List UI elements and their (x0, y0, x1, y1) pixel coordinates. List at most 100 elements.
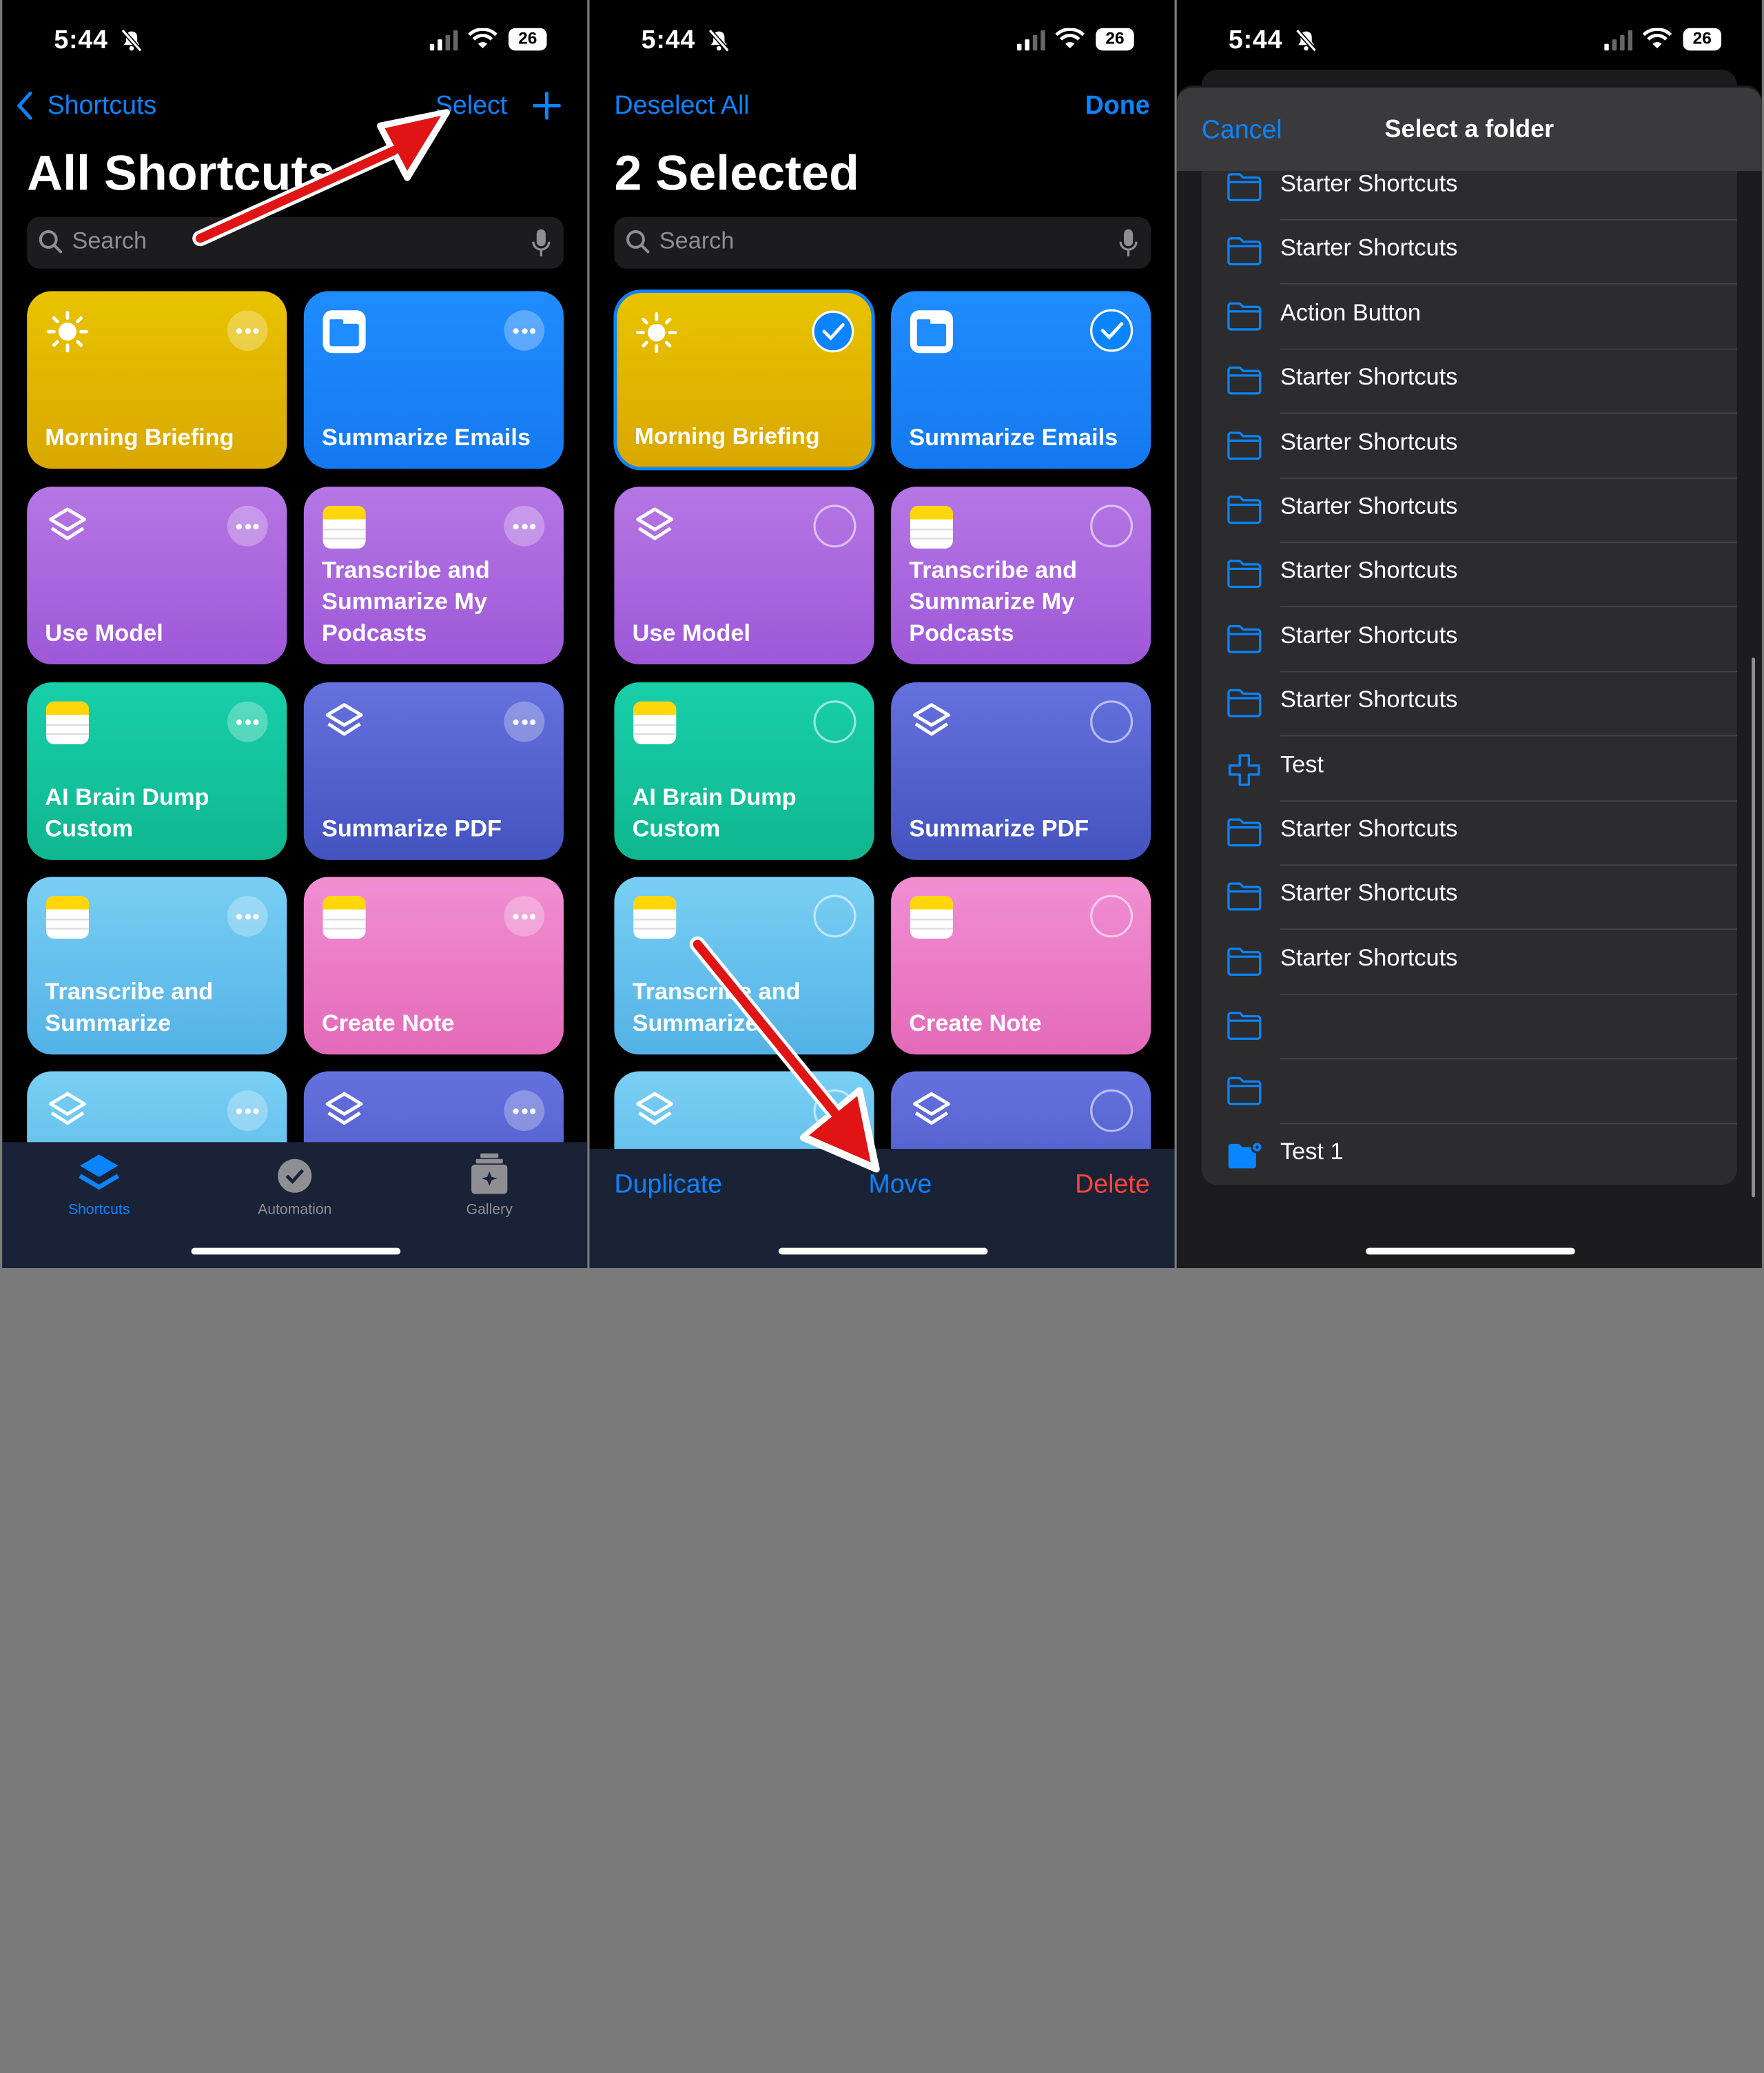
notes-icon (633, 701, 677, 744)
more-options-icon[interactable] (227, 701, 268, 742)
shortcut-label: Use Model (632, 620, 751, 646)
more-options-icon[interactable] (227, 310, 268, 351)
search-field[interactable]: Search (27, 216, 564, 269)
folder-icon (1227, 1074, 1262, 1106)
folder-row[interactable]: Test (1202, 737, 1737, 801)
selection-circle-icon[interactable] (813, 700, 857, 744)
folder-label: Starter Shortcuts (1280, 880, 1458, 907)
shortcut-card-create-note[interactable]: Create Note (891, 877, 1151, 1055)
clock-check-icon (278, 1158, 312, 1193)
search-placeholder: Search (659, 228, 735, 254)
tab-label: Automation (258, 1201, 332, 1218)
folder-row[interactable]: Starter Shortcuts (1202, 350, 1737, 414)
folder-row[interactable]: Starter Shortcuts (1202, 866, 1737, 930)
shortcut-card-summarize-emails-selected[interactable]: Summarize Emails (891, 291, 1151, 469)
folder-row[interactable]: Test 1 (1202, 1124, 1737, 1188)
more-options-icon[interactable] (504, 506, 545, 547)
more-options-icon[interactable] (504, 701, 545, 742)
shortcut-card-transcribe-podcasts[interactable]: Transcribe and Summarize My Podcasts (891, 487, 1151, 665)
folder-label: Starter Shortcuts (1280, 945, 1458, 972)
folder-icon (1227, 429, 1262, 460)
shortcut-card-use-model[interactable]: Use Model (614, 487, 874, 665)
shortcut-label: Summarize Emails (909, 425, 1118, 451)
window-icon (322, 310, 366, 354)
selection-circle-icon[interactable] (813, 504, 857, 548)
home-indicator (191, 1247, 401, 1255)
selection-circle-icon[interactable] (813, 1089, 857, 1132)
shortcut-card-morning-briefing-selected[interactable]: Morning Briefing (617, 293, 872, 467)
checkmark-circle-icon[interactable] (1090, 309, 1134, 352)
add-icon[interactable] (531, 90, 563, 121)
more-options-icon[interactable] (227, 1090, 268, 1131)
plus-outline-icon (1227, 752, 1262, 786)
shortcut-card-transcribe-summarize[interactable]: Transcribe and Summarize (614, 877, 874, 1055)
more-options-icon[interactable] (504, 896, 545, 937)
sun-icon (636, 312, 677, 354)
folder-label: Test 1 (1280, 1138, 1344, 1165)
more-options-icon[interactable] (504, 1090, 545, 1131)
layers-icon (912, 703, 950, 736)
folder-row[interactable]: Starter Shortcuts (1202, 414, 1737, 479)
shortcut-card-summarize-emails[interactable]: Summarize Emails (303, 291, 564, 469)
shortcut-card-use-model[interactable]: Use Model (27, 487, 287, 665)
deselect-all-button[interactable]: Deselect All (614, 90, 749, 120)
selection-circle-icon[interactable] (1090, 1089, 1134, 1132)
folder-row[interactable]: Starter Shortcuts (1202, 544, 1737, 608)
back-button-shortcuts[interactable]: Shortcuts (48, 90, 157, 120)
selection-circle-icon[interactable] (1090, 895, 1134, 938)
duplicate-button[interactable]: Duplicate (614, 1169, 722, 1199)
folder-row[interactable]: Starter Shortcuts (1202, 479, 1737, 543)
selection-circle-icon[interactable] (813, 895, 857, 938)
folder-row[interactable]: Starter Shortcuts (1202, 156, 1737, 221)
folder-row[interactable] (1202, 1060, 1737, 1124)
wifi-icon (1642, 28, 1672, 49)
shortcut-card-transcribe-podcasts[interactable]: Transcribe and Summarize My Podcasts (303, 487, 564, 665)
move-button[interactable]: Move (868, 1169, 932, 1199)
folder-row[interactable]: Starter Shortcuts (1202, 930, 1737, 995)
more-options-icon[interactable] (504, 310, 545, 351)
bell-muted-icon (708, 28, 730, 52)
select-button[interactable]: Select (435, 90, 507, 120)
selection-circle-icon[interactable] (1090, 504, 1134, 548)
folder-row[interactable]: Starter Shortcuts (1202, 801, 1737, 866)
folder-row[interactable] (1202, 995, 1737, 1059)
shortcut-label: Morning Briefing (634, 424, 820, 450)
microphone-icon[interactable] (1119, 228, 1138, 257)
cellular-signal-icon (429, 30, 458, 51)
shortcut-card-summarize-pdf[interactable]: Summarize PDF (303, 682, 564, 860)
shortcut-card-ai-brain-dump[interactable]: AI Brain Dump Custom (614, 682, 874, 860)
bell-muted-icon (1295, 28, 1317, 52)
status-time: 5:44 (641, 24, 696, 54)
home-indicator (1366, 1247, 1575, 1255)
shortcut-card-create-note[interactable]: Create Note (303, 877, 564, 1055)
folder-row[interactable]: Starter Shortcuts (1202, 673, 1737, 737)
tab-shortcuts[interactable]: Shortcuts (32, 1151, 167, 1218)
shortcut-label: Create Note (321, 1010, 455, 1036)
shortcut-card-ai-brain-dump[interactable]: AI Brain Dump Custom (27, 682, 287, 860)
wifi-icon (468, 28, 498, 49)
more-options-icon[interactable] (227, 506, 268, 547)
shortcut-card-transcribe-summarize[interactable]: Transcribe and Summarize (27, 877, 287, 1055)
folder-icon (1227, 687, 1262, 719)
done-button[interactable]: Done (1085, 90, 1150, 120)
shortcut-card-summarize-pdf[interactable]: Summarize PDF (891, 682, 1151, 860)
tab-automation[interactable]: Automation (227, 1151, 362, 1218)
chevron-left-icon[interactable] (16, 91, 34, 120)
more-options-icon[interactable] (227, 896, 268, 937)
shortcut-card-morning-briefing[interactable]: Morning Briefing (27, 291, 287, 469)
scrollbar[interactable] (1752, 657, 1756, 1198)
microphone-icon[interactable] (532, 228, 551, 257)
selection-circle-icon[interactable] (1090, 700, 1134, 744)
folder-row[interactable]: Starter Shortcuts (1202, 221, 1737, 285)
shortcut-label: Use Model (45, 620, 163, 646)
delete-button[interactable]: Delete (1075, 1169, 1150, 1199)
folder-row[interactable]: Action Button (1202, 285, 1737, 349)
tab-gallery[interactable]: Gallery (422, 1151, 557, 1218)
checkmark-circle-icon[interactable] (812, 310, 854, 353)
cellular-signal-icon (1016, 30, 1045, 51)
home-indicator (778, 1247, 988, 1255)
layers-icon (49, 1092, 86, 1125)
folder-row[interactable]: Starter Shortcuts (1202, 608, 1737, 673)
panel-select-folder: 5:44 26 Cancel Select a folder Starter S… (1176, 0, 1762, 1268)
search-field[interactable]: Search (614, 216, 1151, 269)
